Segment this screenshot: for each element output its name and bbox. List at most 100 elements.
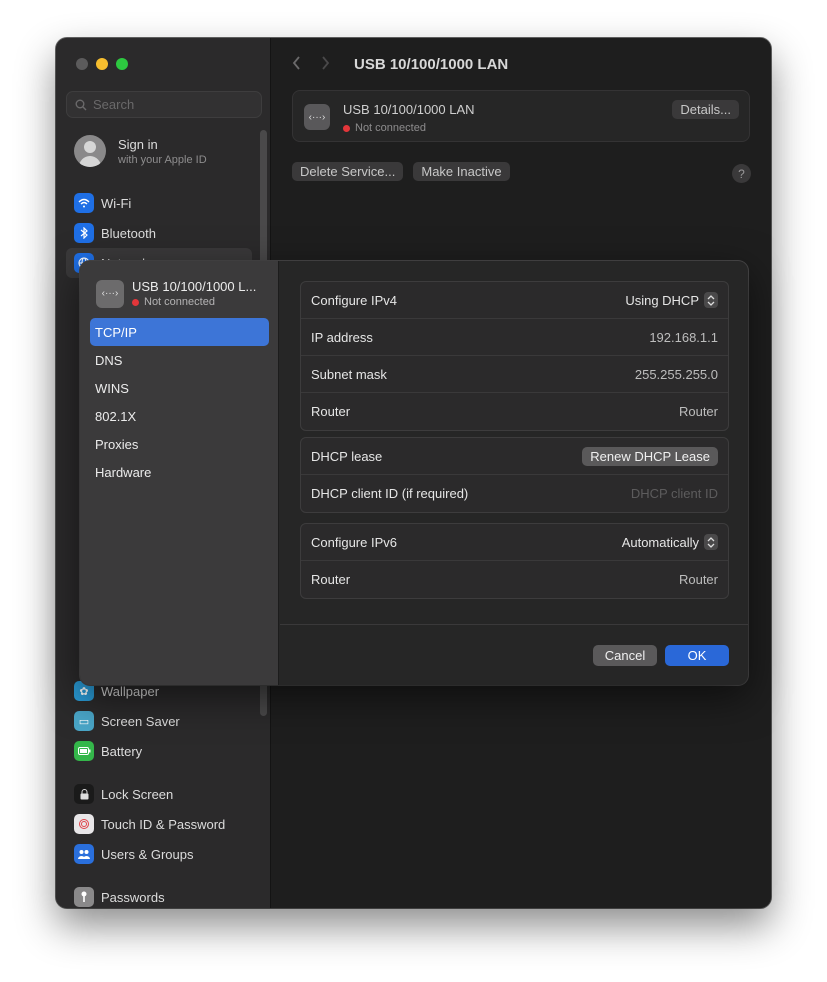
- ip-address-value: 192.168.1.1: [649, 329, 718, 345]
- key-icon: [74, 887, 94, 907]
- service-status-text: Not connected: [355, 122, 426, 134]
- subnet-mask-value: 255.255.255.0: [634, 366, 718, 382]
- sidebar-item-users-groups[interactable]: Users & Groups: [66, 839, 252, 869]
- ipv6-router-label: Router: [311, 572, 351, 587]
- delete-service-button[interactable]: Delete Service...: [292, 162, 404, 181]
- sheet-service-status: Not connected: [132, 296, 256, 308]
- tab-tcpip[interactable]: TCP/IP: [90, 318, 269, 346]
- dhcp-client-id-row: DHCP client ID (if required) DHCP client…: [301, 475, 728, 512]
- close-window-button[interactable]: [76, 58, 88, 70]
- chevron-updown-icon: [704, 534, 718, 550]
- sheet-footer: Cancel OK: [280, 624, 748, 685]
- sidebar-item-label: Touch ID & Password: [101, 816, 226, 832]
- chevron-updown-icon: [704, 292, 718, 308]
- configure-ipv6-row: Configure IPv6 Automatically: [301, 524, 728, 561]
- service-actions: Delete Service... Make Inactive: [292, 162, 510, 181]
- search-icon: [75, 99, 87, 110]
- help-button[interactable]: ?: [732, 164, 751, 183]
- tab-hardware[interactable]: Hardware: [90, 458, 269, 486]
- signin-subtitle: with your Apple ID: [118, 153, 207, 166]
- sidebar-group-spacer: [66, 766, 252, 779]
- dhcp-group: DHCP lease Renew DHCP Lease DHCP client …: [300, 437, 729, 513]
- dhcp-lease-label: DHCP lease: [311, 448, 383, 464]
- bluetooth-icon: [74, 223, 94, 243]
- sidebar-item-wifi[interactable]: Wi-Fi: [66, 188, 252, 218]
- ip-address-row: IP address 192.168.1.1: [301, 319, 728, 356]
- sidebar-item-label: Battery: [101, 743, 143, 759]
- minimize-window-button[interactable]: [96, 58, 108, 70]
- ipv6-router-value: Router: [678, 572, 718, 587]
- sidebar-group-spacer: [66, 869, 252, 882]
- fingerprint-icon: [74, 814, 94, 834]
- avatar: [74, 135, 106, 167]
- dhcp-client-id-field[interactable]: DHCP client ID: [631, 486, 718, 501]
- tcpip-sheet: ‹···› USB 10/100/1000 L... Not connected…: [80, 261, 748, 685]
- signin-title: Sign in: [118, 136, 158, 152]
- tab-wins[interactable]: WINS: [90, 374, 269, 402]
- configure-ipv4-value: Using DHCP: [625, 292, 699, 308]
- dhcp-client-id-label: DHCP client ID (if required): [311, 486, 469, 501]
- subnet-mask-label: Subnet mask: [311, 366, 387, 382]
- sidebar-item-label: Wallpaper: [101, 683, 160, 699]
- back-arrow-icon[interactable]: [292, 54, 301, 75]
- sidebar-item-battery[interactable]: Battery: [66, 736, 252, 766]
- service-status: Not connected: [343, 122, 426, 134]
- ipv4-router-label: Router: [311, 404, 351, 419]
- sheet-service-name: USB 10/100/1000 L...: [132, 279, 257, 294]
- sheet-content: Configure IPv4 Using DHCP IP address 192…: [280, 261, 748, 685]
- sheet-sidebar: ‹···› USB 10/100/1000 L... Not connected…: [80, 261, 279, 685]
- configure-ipv4-popup[interactable]: Using DHCP: [625, 292, 718, 308]
- users-icon: [74, 844, 94, 864]
- screen-saver-icon: ▭: [74, 711, 94, 731]
- sheet-tabs: TCP/IP DNS WINS 802.1X Proxies Hardware: [90, 318, 269, 486]
- sidebar-item-screen-saver[interactable]: ▭ Screen Saver: [66, 706, 252, 736]
- sheet-service-header: ‹···› USB 10/100/1000 L... Not connected: [96, 279, 256, 308]
- sidebar-item-label: Screen Saver: [101, 713, 180, 729]
- sidebar-item-label: Users & Groups: [101, 846, 194, 862]
- ethernet-icon: ‹···›: [304, 104, 330, 130]
- status-dot-icon: [132, 298, 139, 306]
- renew-dhcp-lease-button[interactable]: Renew DHCP Lease: [582, 446, 718, 466]
- ok-button[interactable]: OK: [665, 645, 729, 666]
- battery-icon: [74, 741, 94, 761]
- sidebar-item-label: Bluetooth: [101, 225, 156, 241]
- sidebar-item-label: Wi-Fi: [101, 195, 132, 211]
- search-field[interactable]: [66, 91, 262, 118]
- dhcp-lease-row: DHCP lease Renew DHCP Lease: [301, 438, 728, 475]
- wifi-icon: [74, 193, 94, 213]
- zoom-window-button[interactable]: [116, 58, 128, 70]
- ipv6-group: Configure IPv6 Automatically Router Rout…: [300, 523, 729, 599]
- configure-ipv6-label: Configure IPv6: [311, 534, 397, 550]
- sidebar-item-label: Lock Screen: [101, 786, 174, 802]
- status-dot-icon: [343, 124, 350, 132]
- ip-address-label: IP address: [311, 329, 373, 345]
- configure-ipv4-label: Configure IPv4: [311, 292, 397, 308]
- sidebar-item-lock-screen[interactable]: Lock Screen: [66, 779, 252, 809]
- ipv4-router-value: Router: [678, 404, 718, 419]
- service-card: ‹···› USB 10/100/1000 LAN Not connected …: [292, 90, 750, 142]
- ipv4-router-row: Router Router: [301, 393, 728, 430]
- sidebar-item-passwords[interactable]: Passwords: [66, 882, 252, 908]
- tab-8021x[interactable]: 802.1X: [90, 402, 269, 430]
- make-inactive-button[interactable]: Make Inactive: [413, 162, 510, 181]
- page-title: USB 10/100/1000 LAN: [354, 55, 509, 73]
- forward-arrow-icon[interactable]: [321, 54, 330, 75]
- apple-id-signin[interactable]: Sign in with your Apple ID: [74, 135, 207, 167]
- configure-ipv6-value: Automatically: [621, 534, 699, 550]
- configure-ipv6-popup[interactable]: Automatically: [622, 534, 718, 550]
- sidebar-item-touch-id[interactable]: Touch ID & Password: [66, 809, 252, 839]
- service-name: USB 10/100/1000 LAN: [343, 102, 475, 117]
- traffic-lights: [76, 58, 128, 70]
- search-input[interactable]: [93, 97, 243, 112]
- configure-ipv4-row: Configure IPv4 Using DHCP: [301, 282, 728, 319]
- tab-dns[interactable]: DNS: [90, 346, 269, 374]
- subnet-mask-row: Subnet mask 255.255.255.0: [301, 356, 728, 393]
- sidebar-item-label: Passwords: [101, 889, 165, 905]
- sidebar-item-bluetooth[interactable]: Bluetooth: [66, 218, 252, 248]
- ipv6-router-row: Router Router: [301, 561, 728, 598]
- lock-icon: [74, 784, 94, 804]
- ipv4-group: Configure IPv4 Using DHCP IP address 192…: [300, 281, 729, 431]
- tab-proxies[interactable]: Proxies: [90, 430, 269, 458]
- cancel-button[interactable]: Cancel: [593, 645, 657, 666]
- details-button[interactable]: Details...: [672, 100, 739, 119]
